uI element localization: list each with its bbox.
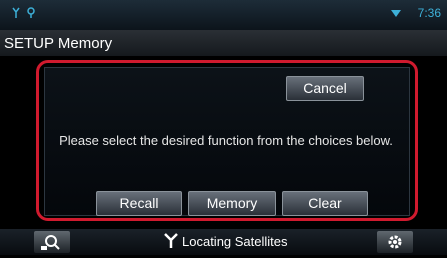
clock: 7:36 (417, 6, 441, 20)
cancel-button[interactable]: Cancel (286, 76, 364, 101)
title-bar: SETUP Memory (0, 30, 447, 56)
memory-button[interactable]: Memory (188, 191, 276, 216)
recall-button[interactable]: Recall (96, 191, 182, 216)
satellite-antenna-icon (164, 233, 178, 248)
gps-status: Locating Satellites (164, 233, 288, 251)
setup-memory-screen: 7:36 SETUP Memory Cancel Please select t… (0, 0, 447, 255)
wifi-icon (390, 8, 402, 22)
gear-icon[interactable] (377, 231, 413, 253)
search-icon[interactable] (34, 231, 70, 253)
dialog-message: Please select the desired function from … (59, 133, 393, 148)
antenna-icon (12, 6, 20, 22)
signal-icon (26, 6, 36, 22)
clear-button[interactable]: Clear (282, 191, 368, 216)
status-bar: 7:36 (0, 0, 447, 30)
page-title: SETUP Memory (4, 35, 113, 52)
gps-status-text: Locating Satellites (182, 234, 288, 249)
